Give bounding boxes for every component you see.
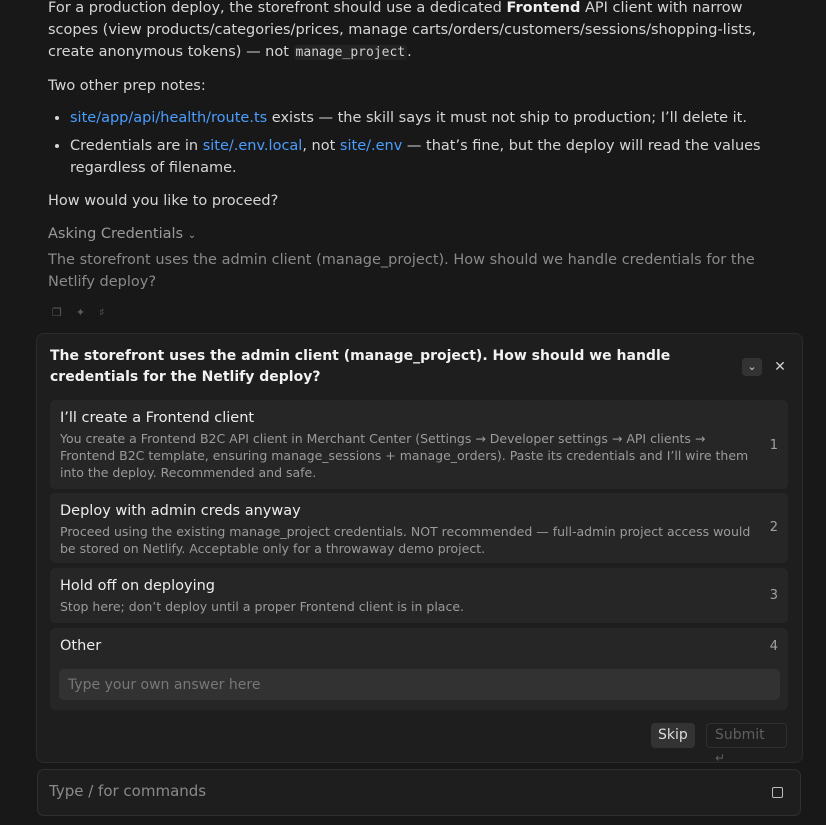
option-description: You create a Frontend B2C API client in … <box>60 431 749 480</box>
copy-icon[interactable]: ❐ <box>52 302 62 324</box>
option-title: Hold off on deploying <box>60 578 215 594</box>
file-link-env-local[interactable]: site/.env.local <box>203 138 303 154</box>
option-number: 3 <box>769 588 778 603</box>
file-link-env[interactable]: site/.env <box>340 138 402 154</box>
close-icon[interactable]: ✕ <box>772 357 788 377</box>
option-title: Deploy with admin creds anyway <box>60 503 301 519</box>
option-number: 2 <box>769 520 778 535</box>
paragraph-frontend-client: For a production deploy, the storefront … <box>48 0 757 60</box>
option-number: 1 <box>769 438 778 453</box>
chevron-down-icon[interactable]: ⌄ <box>742 358 762 376</box>
message-actions: ❐ ✦ ♯ <box>52 302 104 324</box>
option-2[interactable]: Deploy with admin creds anyway Proceed u… <box>50 493 788 563</box>
skip-button[interactable]: Skip <box>651 723 695 748</box>
question-echo: The storefront uses the admin client (ma… <box>48 252 755 290</box>
paragraph-proceed: How would you like to proceed? <box>48 193 279 209</box>
stop-icon[interactable] <box>772 787 783 798</box>
question-panel: The storefront uses the admin client (ma… <box>36 333 803 765</box>
inline-code: manage_project <box>293 45 408 60</box>
option-1[interactable]: I’ll create a Frontend client You create… <box>50 400 788 489</box>
paragraph-prep-notes: Two other prep notes: <box>48 78 206 94</box>
option-description: Proceed using the existing manage_projec… <box>60 524 751 556</box>
pin-icon[interactable]: ✦ <box>76 302 85 324</box>
chevron-down-icon: ⌄ <box>187 230 197 241</box>
file-link-health-route[interactable]: site/app/api/health/route.ts <box>70 110 267 126</box>
list-item: site/app/api/health/route.ts exists — th… <box>70 107 788 129</box>
speaker-icon[interactable]: ♯ <box>99 302 104 324</box>
option-title: I’ll create a Frontend client <box>60 410 255 426</box>
assistant-message: For a production deploy, the storefront … <box>48 0 788 64</box>
option-3[interactable]: Hold off on deploying Stop here; don’t d… <box>50 568 788 623</box>
option-other[interactable]: Other 4 <box>50 628 788 710</box>
other-answer-input[interactable] <box>59 669 780 700</box>
asking-indicator[interactable]: Asking Credentials ⌄ <box>48 223 788 247</box>
command-input[interactable] <box>49 782 749 800</box>
composer <box>37 769 801 816</box>
submit-button[interactable]: Submit ↵ <box>706 723 787 765</box>
question-title: The storefront uses the admin client (ma… <box>50 348 671 385</box>
prep-notes-list: site/app/api/health/route.ts exists — th… <box>48 107 788 185</box>
option-number: 4 <box>769 639 778 654</box>
option-description: Stop here; don’t deploy until a proper F… <box>60 599 465 614</box>
list-item: Credentials are in site/.env.local, not … <box>70 135 788 179</box>
enter-icon: ↵ <box>715 751 726 765</box>
option-title: Other <box>60 638 102 654</box>
